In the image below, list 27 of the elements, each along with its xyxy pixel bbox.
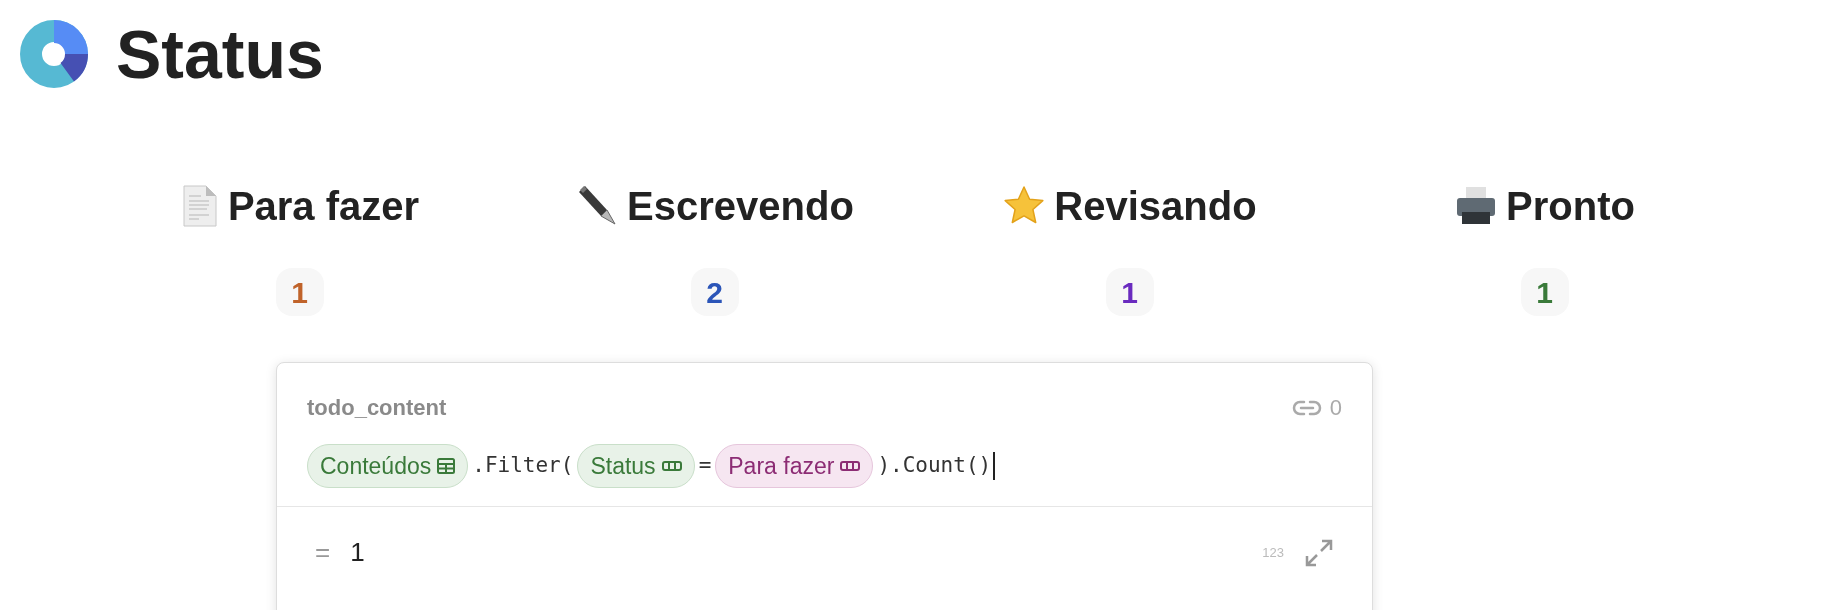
formula-name: todo_content: [307, 394, 447, 422]
count-badge: 2: [690, 268, 739, 316]
equals-sign: =: [315, 536, 331, 569]
count-badge: 1: [1520, 268, 1569, 316]
formula-token[interactable]: Conteúdos: [307, 444, 469, 488]
formula-code: =: [698, 452, 712, 480]
formula-code: ).Count(): [877, 452, 992, 480]
column-heading: Escrevendo: [627, 183, 854, 230]
link-icon: [1291, 398, 1322, 417]
formula-token[interactable]: Status: [577, 444, 695, 488]
formula-token[interactable]: Para fazer: [715, 444, 874, 488]
count-badge: 1: [1105, 268, 1154, 316]
column-heading: Revisando: [1054, 183, 1257, 230]
table-icon: [437, 458, 456, 474]
formula-code: .Filter(: [472, 452, 574, 480]
column-heading: Para fazer: [227, 183, 420, 230]
column-heading: Pronto: [1506, 183, 1635, 230]
number-type-label: 123: [1262, 543, 1284, 562]
expand-icon[interactable]: [1304, 537, 1334, 568]
page-title: Status: [116, 20, 324, 88]
select-icon: [661, 461, 682, 471]
select-icon: [840, 461, 861, 471]
count-badge: 1: [275, 268, 324, 316]
text-cursor: [993, 452, 996, 480]
donut-chart-icon: [20, 20, 88, 88]
reference-count: 0: [1329, 394, 1342, 422]
result-value: 1: [350, 536, 365, 569]
